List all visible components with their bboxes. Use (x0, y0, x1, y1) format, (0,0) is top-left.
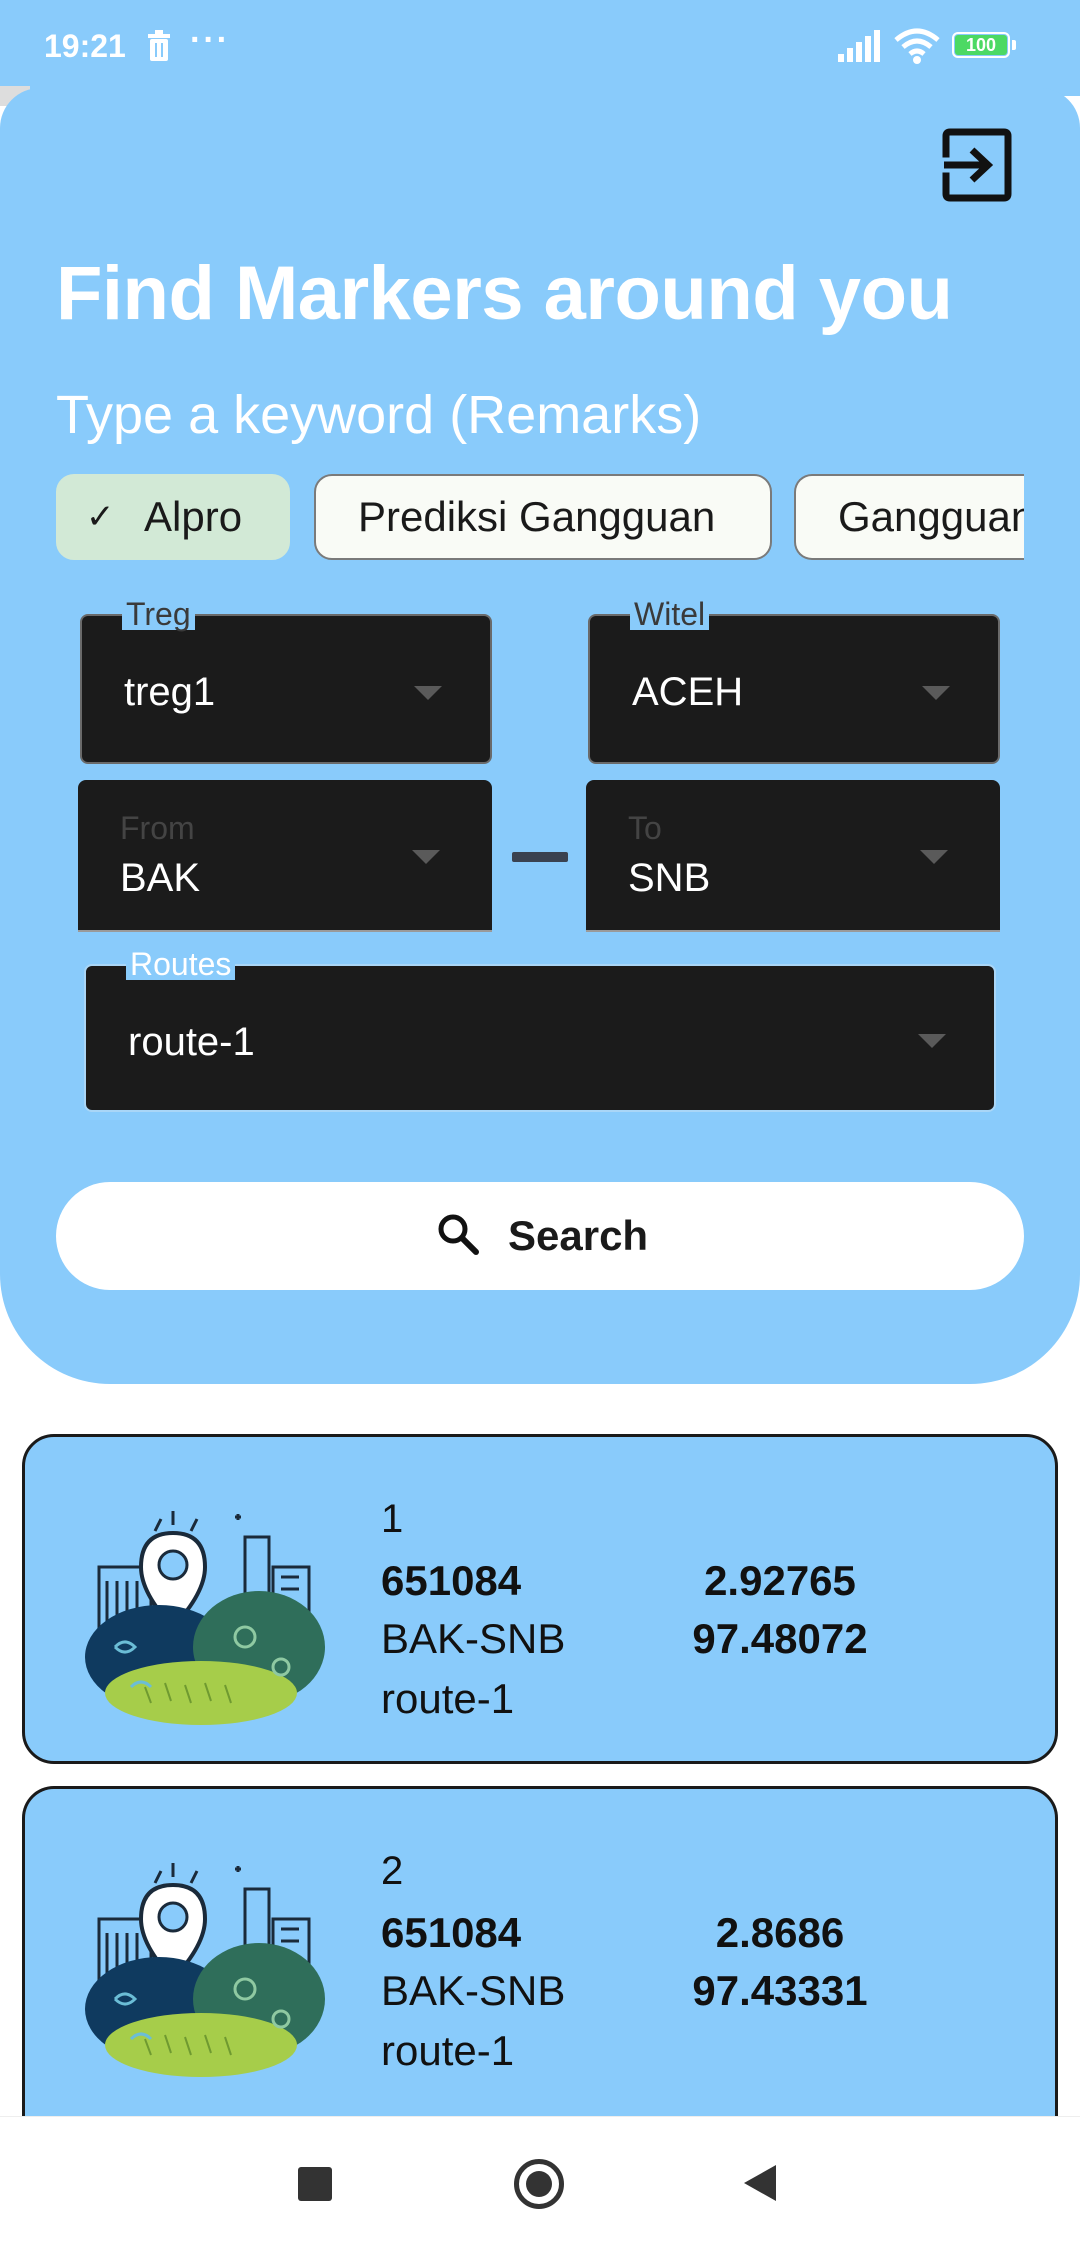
result-card[interactable]: 1 651084 BAK-SNB route-1 2.92765 97.4807… (22, 1434, 1058, 1764)
page-title: Find Markers around you (56, 251, 953, 336)
status-bar: 19:21 ··· 100 (0, 0, 1080, 96)
to-label: To (628, 810, 662, 846)
result-id: 651084 (381, 1909, 522, 1956)
treg-label: Treg (122, 598, 195, 630)
search-button-label: Search (508, 1212, 649, 1259)
search-hint: Type a keyword (Remarks) (56, 385, 702, 445)
chip-alpro[interactable]: ✓ Alpro (56, 474, 290, 560)
signal-icon (838, 30, 880, 62)
from-value: BAK (120, 856, 201, 900)
chevron-down-icon (918, 1034, 946, 1048)
status-time: 19:21 (44, 28, 126, 64)
treg-dropdown[interactable]: Treg treg1 (80, 598, 492, 764)
chip-label: Gangguan (838, 493, 1024, 540)
chevron-down-icon (920, 850, 948, 864)
chip-gangguan[interactable]: Gangguan (794, 474, 1024, 560)
search-icon (438, 1214, 479, 1255)
result-latitude: 2.8686 (715, 1909, 845, 1956)
chevron-down-icon (412, 850, 440, 864)
chip-prediksi-gangguan[interactable]: Prediksi Gangguan (314, 474, 772, 560)
search-button[interactable]: Search (56, 1182, 1024, 1290)
map-marker-illustration (85, 1863, 325, 2077)
witel-label: Witel (630, 598, 710, 630)
wifi-icon (894, 28, 940, 64)
result-index: 1 (381, 1497, 404, 1541)
battery-level: 100 (955, 35, 1007, 55)
result-latitude: 2.92765 (704, 1557, 856, 1604)
home-icon[interactable] (514, 2159, 564, 2209)
to-value: SNB (628, 856, 711, 900)
chip-label: Alpro (144, 493, 243, 540)
trash-icon (148, 30, 170, 61)
check-icon: ✓ (86, 498, 115, 536)
result-longitude: 97.43331 (692, 1967, 868, 2014)
result-id: 651084 (381, 1557, 522, 1604)
witel-value: ACEH (632, 670, 744, 714)
range-separator (512, 852, 568, 862)
routes-dropdown[interactable]: Routes route-1 (84, 948, 996, 1112)
result-index: 2 (381, 1849, 404, 1893)
chip-label: Prediksi Gangguan (358, 493, 716, 540)
routes-value: route-1 (128, 1020, 255, 1064)
from-dropdown[interactable]: From BAK (78, 780, 492, 932)
back-icon[interactable] (744, 2165, 776, 2201)
from-label: From (120, 810, 195, 846)
navigation-bar (0, 2116, 1080, 2247)
logout-icon[interactable] (938, 126, 1016, 204)
result-segment: BAK-SNB (381, 1967, 566, 2014)
treg-value: treg1 (124, 670, 216, 714)
result-longitude: 97.48072 (692, 1615, 868, 1662)
chevron-down-icon (922, 686, 950, 700)
recent-apps-icon[interactable] (298, 2167, 332, 2201)
to-dropdown[interactable]: To SNB (586, 780, 1000, 932)
result-segment: BAK-SNB (381, 1615, 566, 1662)
result-route: route-1 (381, 1675, 515, 1722)
battery-icon: 100 (952, 32, 1018, 60)
chevron-down-icon (414, 686, 442, 700)
result-route: route-1 (381, 2027, 515, 2074)
result-card[interactable]: 2 651084 BAK-SNB route-1 2.8686 97.43331 (22, 1786, 1058, 2116)
map-marker-illustration (85, 1511, 325, 1725)
more-icon: ··· (190, 21, 230, 59)
routes-label: Routes (126, 948, 236, 980)
witel-dropdown[interactable]: Witel ACEH (588, 598, 1000, 764)
